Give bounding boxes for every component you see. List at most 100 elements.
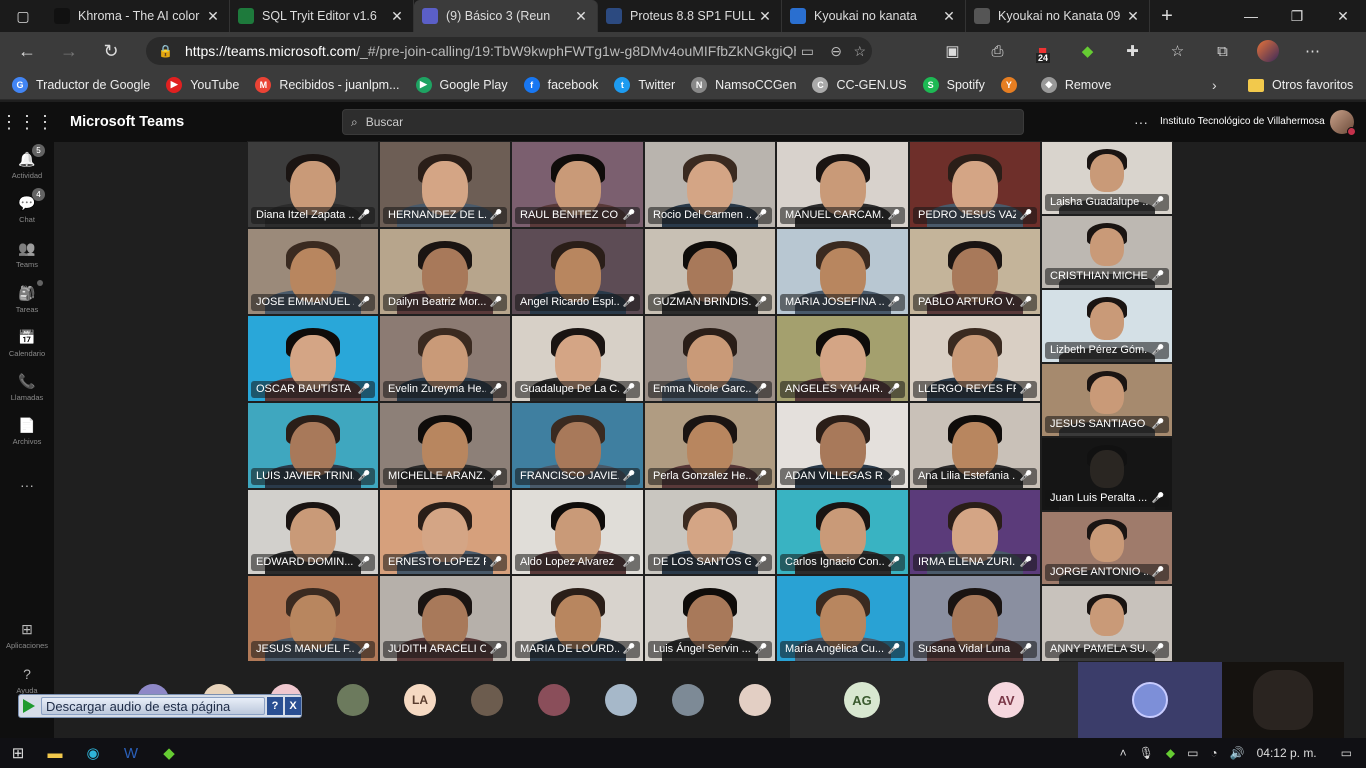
rail-item-aplicaciones[interactable]: ⊞ Aplicaciones bbox=[0, 620, 54, 651]
participant-tile[interactable]: Laisha Guadalupe ... 🎤 bbox=[1041, 141, 1173, 215]
restore-icon[interactable]: ❐ bbox=[1274, 0, 1320, 32]
browser-tab[interactable]: SQL Tryit Editor v1.6 ✕ bbox=[230, 0, 414, 32]
rail-item-calendario[interactable]: 📅 Calendario bbox=[0, 328, 54, 359]
bookmarks-overflow-icon[interactable]: › bbox=[1212, 70, 1217, 100]
bookmark-item[interactable]: ▶ YouTube bbox=[166, 76, 239, 93]
participant-avatar[interactable] bbox=[605, 684, 637, 716]
rail-item-chat[interactable]: 💬 4 Chat bbox=[0, 188, 54, 224]
participant-tile[interactable]: Rocio Del Carmen ... 🎤 bbox=[644, 141, 776, 228]
rail-item-actividad[interactable]: 🔔 5 Actividad bbox=[0, 144, 54, 180]
workspaces-icon[interactable]: ▢ bbox=[0, 0, 46, 32]
participant-tile[interactable]: ERNESTO LOPEZ R...🎤 bbox=[379, 489, 511, 575]
file-explorer-icon[interactable]: ▬ bbox=[36, 738, 74, 768]
start-icon[interactable]: ⊞ bbox=[0, 738, 36, 768]
collections-icon[interactable]: ⧉ bbox=[1200, 43, 1245, 60]
participant-avatar[interactable]: LA bbox=[404, 684, 436, 716]
participant-tile[interactable]: MARIA DE LOURD... 🎤 bbox=[511, 575, 644, 662]
participant-tile[interactable]: MARIA JOSEFINA ... 🎤 bbox=[776, 228, 909, 315]
participant-tile[interactable]: EDWARD DOMIN... 🎤 bbox=[247, 489, 379, 575]
participant-tile[interactable]: PABLO ARTURO V... 🎤 bbox=[909, 228, 1041, 315]
tray-overflow-icon[interactable]: ˄ bbox=[1120, 746, 1127, 760]
browser-tab[interactable]: Khroma - The AI color ✕ bbox=[46, 0, 230, 32]
favorites-icon[interactable]: ☆ bbox=[1155, 42, 1200, 60]
help-button[interactable]: ? bbox=[267, 697, 283, 715]
zoom-icon[interactable]: ⊖ bbox=[830, 43, 842, 60]
participant-tile[interactable]: Lizbeth Pérez Góm... 🎤 bbox=[1041, 289, 1173, 363]
camera-icon[interactable]: ▭ bbox=[801, 43, 814, 60]
participant-tile[interactable]: FRANCISCO JAVIE... 🎤 bbox=[511, 402, 644, 489]
bookmark-item[interactable]: f facebook bbox=[523, 76, 598, 93]
word-icon[interactable]: W bbox=[112, 738, 150, 768]
tab-close-icon[interactable]: ✕ bbox=[1125, 8, 1141, 25]
participant-tile[interactable]: MANUEL CARCAM... 🎤 bbox=[776, 141, 909, 228]
browser-tab[interactable]: Kyoukai no kanata ✕ bbox=[782, 0, 966, 32]
back-icon[interactable]: ← bbox=[6, 41, 48, 62]
participant-tile[interactable]: LLERGO REYES FR...🎤 bbox=[909, 315, 1041, 402]
other-favorites[interactable]: Otros favoritos bbox=[1248, 70, 1353, 100]
participant-avatar[interactable] bbox=[337, 684, 369, 716]
participant-tile[interactable]: Luis Ángel Servin ... 🎤 bbox=[644, 575, 776, 662]
participant-strip-tile[interactable] bbox=[1078, 662, 1222, 738]
search-input[interactable]: ⌕ Buscar bbox=[342, 109, 1024, 135]
participant-tile[interactable]: IRMA ELENA ZURI... 🎤 bbox=[909, 489, 1041, 575]
browser-tab[interactable]: Kyoukai no Kanata 09 ✕ bbox=[966, 0, 1150, 32]
participant-tile[interactable]: Diana Itzel Zapata ... 🎤 bbox=[247, 141, 379, 228]
bookmark-item[interactable]: N NamsoCCGen bbox=[691, 76, 796, 93]
puzzle-icon[interactable]: ✚ bbox=[1110, 42, 1155, 60]
bookmark-item[interactable]: S Spotify bbox=[922, 76, 985, 93]
browser-tab[interactable]: Proteus 8.8 SP1 FULL ✕ bbox=[598, 0, 782, 32]
participant-avatar[interactable] bbox=[538, 684, 570, 716]
bookmark-item[interactable]: t Twitter bbox=[614, 76, 675, 93]
rail-item-more[interactable]: ··· bbox=[0, 476, 54, 494]
tab-close-icon[interactable]: ✕ bbox=[941, 8, 957, 25]
rail-item-archivos[interactable]: 📄 Archivos bbox=[0, 416, 54, 447]
profile-avatar[interactable] bbox=[1245, 40, 1290, 62]
participant-tile[interactable]: ANGELES YAHAIR... 🎤 bbox=[776, 315, 909, 402]
participant-tile[interactable]: Susana Vidal Luna 🎤 bbox=[909, 575, 1041, 662]
participant-tile[interactable]: Ana Lilia Estefania ... 🎤 bbox=[909, 402, 1041, 489]
volume-icon[interactable]: 🔊 bbox=[1230, 746, 1245, 760]
participant-tile[interactable]: CRISTHIAN MICHE... 🎤 bbox=[1041, 215, 1173, 289]
participant-tile[interactable]: Carlos Ignacio Con... 🎤 bbox=[776, 489, 909, 575]
settings-more-icon[interactable]: ⋯ bbox=[1290, 42, 1335, 60]
participant-tile[interactable]: Emma Nicole Garc... 🎤 bbox=[644, 315, 776, 402]
participant-tile[interactable]: GUZMAN BRINDIS... 🎤 bbox=[644, 228, 776, 315]
wifi-icon[interactable]: ◔ bbox=[1210, 746, 1217, 760]
participant-tile[interactable]: JOSE EMMANUEL ... 🎤 bbox=[247, 228, 379, 315]
extension-badge-icon[interactable]: ■ 24 bbox=[1020, 43, 1065, 63]
participant-tile[interactable]: LUIS JAVIER TRINI... 🎤 bbox=[247, 402, 379, 489]
rail-item-llamadas[interactable]: 📞 Llamadas bbox=[0, 372, 54, 403]
pip-icon[interactable]: ▣ bbox=[930, 42, 975, 60]
close-window-icon[interactable]: ✕ bbox=[1320, 0, 1366, 32]
minimize-icon[interactable]: — bbox=[1228, 0, 1274, 32]
more-options-icon[interactable]: ··· bbox=[1134, 102, 1148, 142]
participant-avatar[interactable] bbox=[672, 684, 704, 716]
app-launcher-icon[interactable]: ⋮⋮⋮ bbox=[0, 112, 54, 133]
edge-icon[interactable]: ◉ bbox=[74, 738, 112, 768]
close-toolbar-button[interactable]: X bbox=[285, 697, 301, 715]
extension-icon[interactable]: ◆ bbox=[1065, 42, 1110, 60]
participant-tile[interactable]: Perla Gonzalez He... 🎤 bbox=[644, 402, 776, 489]
tab-close-icon[interactable]: ✕ bbox=[205, 8, 221, 25]
participant-tile[interactable]: JUDITH ARACELI C...🎤 bbox=[379, 575, 511, 662]
refresh-icon[interactable]: ↻ bbox=[90, 41, 132, 62]
bookmark-item[interactable]: ▶ Google Play bbox=[415, 76, 508, 93]
tab-close-icon[interactable]: ✕ bbox=[389, 8, 405, 25]
rail-item-tareas[interactable]: 🎒 Tareas bbox=[0, 280, 54, 314]
participant-avatar[interactable] bbox=[739, 684, 771, 716]
mic-icon[interactable]: 🎙 bbox=[1139, 746, 1154, 760]
participant-tile[interactable]: Evelin Zureyma He... 🎤 bbox=[379, 315, 511, 402]
participant-strip-tile[interactable]: AV bbox=[934, 662, 1078, 738]
download-audio-button[interactable]: Descargar audio de esta página bbox=[41, 697, 265, 715]
participant-tile[interactable]: Aldo Lopez Alvarez 🎤 bbox=[511, 489, 644, 575]
bookmark-item[interactable]: ◆ Remove bbox=[1040, 76, 1111, 93]
participant-tile[interactable]: ANNY PAMELA SU... 🎤 bbox=[1041, 585, 1173, 662]
new-tab-button[interactable]: + bbox=[1150, 5, 1184, 28]
bookmark-item[interactable]: M Recibidos - juanlpm... bbox=[255, 76, 400, 93]
print-icon[interactable]: ⎙ bbox=[975, 43, 1020, 60]
participant-tile[interactable]: ADAN VILLEGAS R... 🎤 bbox=[776, 402, 909, 489]
favorite-add-icon[interactable]: ☆ bbox=[853, 43, 866, 60]
bookmark-item[interactable]: G Traductor de Google bbox=[12, 76, 150, 93]
rail-item-ayuda[interactable]: ? Ayuda bbox=[0, 665, 54, 695]
bookmark-item[interactable]: C CC-GEN.US bbox=[812, 76, 907, 93]
